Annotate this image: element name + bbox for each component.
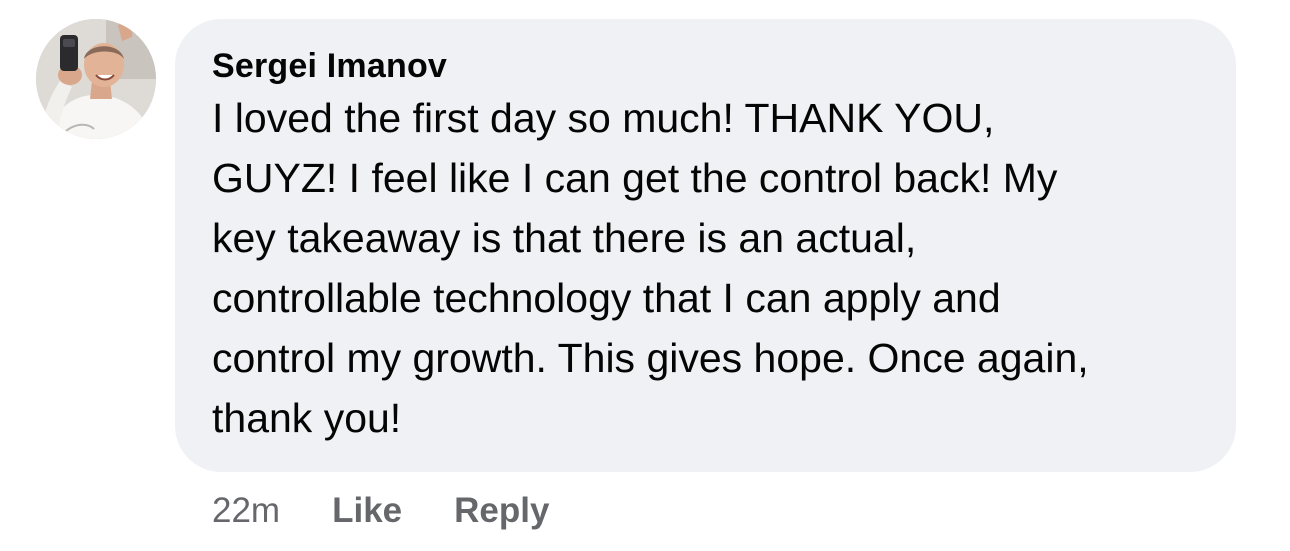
user-avatar-photo-icon xyxy=(36,19,156,139)
comment-text-line: control my growth. This gives hope. Once… xyxy=(212,335,1089,381)
comment-text-line: key takeaway is that there is an actual, xyxy=(212,215,917,261)
comment-actions: 22m Like Reply xyxy=(212,486,601,536)
avatar[interactable] xyxy=(36,19,156,139)
like-button[interactable]: Like xyxy=(332,491,402,531)
comment-text-line: thank you! xyxy=(212,395,402,441)
comment-text: I loved the first day so much! THANK YOU… xyxy=(212,88,1212,448)
reply-button[interactable]: Reply xyxy=(454,491,549,531)
comment-text-line: I loved the first day so much! THANK YOU… xyxy=(212,95,995,141)
comment-text-line: controllable technology that I can apply… xyxy=(212,275,1001,321)
comment-bubble: Sergei Imanov I loved the first day so m… xyxy=(175,19,1236,472)
comment-text-line: GUYZ! I feel like I can get the control … xyxy=(212,155,1058,201)
comment-timestamp[interactable]: 22m xyxy=(212,491,280,531)
comment-author-name[interactable]: Sergei Imanov xyxy=(212,46,1206,86)
